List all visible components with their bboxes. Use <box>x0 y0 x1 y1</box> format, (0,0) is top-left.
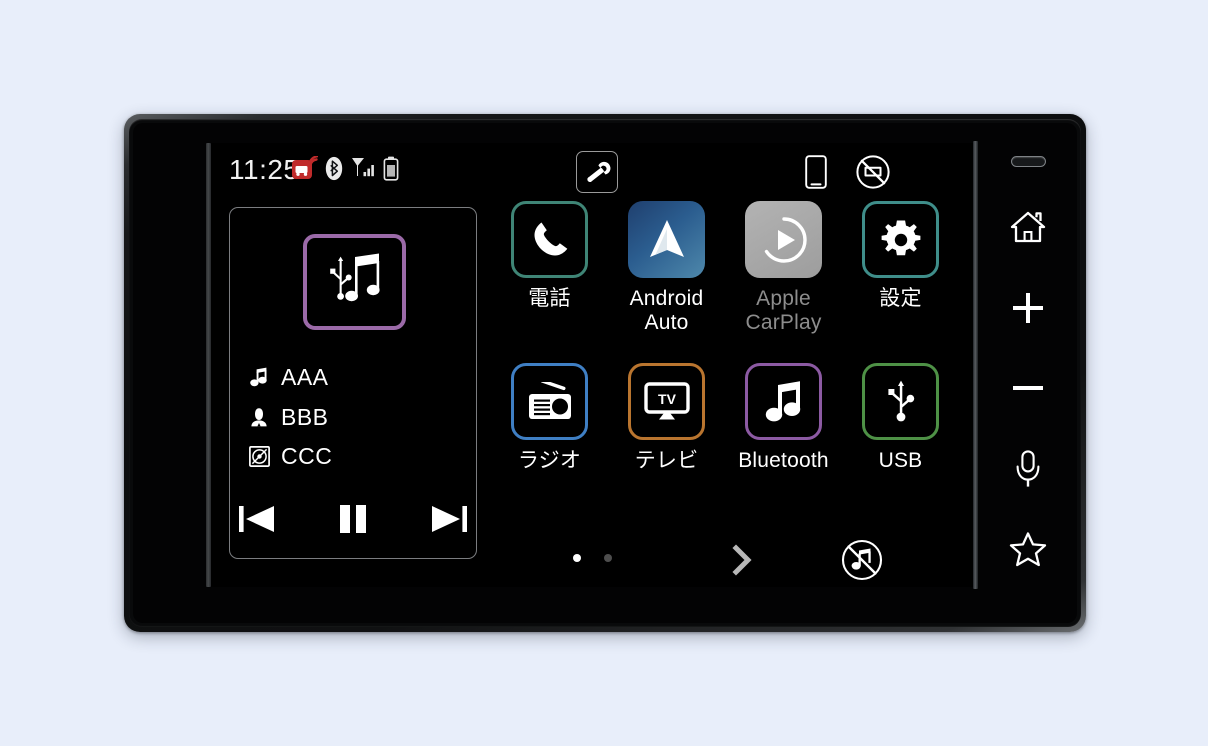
app-tile[interactable]: TV <box>628 363 705 440</box>
chevron-right-icon <box>732 544 752 576</box>
android-auto-icon <box>649 219 684 257</box>
volume-up-button[interactable] <box>1000 284 1056 332</box>
favorite-button[interactable] <box>1000 525 1056 573</box>
tools-button[interactable] <box>576 151 618 193</box>
device-bezel: 11:25 AAA BBB CCC 電話 Android Auto Apple … <box>129 119 1081 627</box>
app-tile[interactable] <box>511 363 588 440</box>
smartphone-icon[interactable] <box>805 155 827 189</box>
previous-track-button[interactable] <box>236 502 278 536</box>
hardware-button-column <box>978 123 1077 623</box>
page-dot[interactable] <box>604 554 612 562</box>
app-row: ラジオ TV テレビ Bluetooth USB <box>491 363 961 513</box>
carplay-icon <box>764 216 807 263</box>
app-label: ラジオ <box>517 449 582 472</box>
app-android-auto[interactable]: Android Auto <box>608 201 725 351</box>
microphone-icon <box>1016 450 1040 487</box>
app-radio[interactable]: ラジオ <box>491 363 608 513</box>
radio-icon <box>528 381 571 419</box>
app-tile[interactable] <box>628 201 705 278</box>
app-tile[interactable] <box>745 363 822 440</box>
app-apple-carplay: Apple CarPlay <box>725 201 842 351</box>
app-label: 電話 <box>528 287 571 310</box>
volume-down-button[interactable] <box>1000 364 1056 412</box>
app-settings[interactable]: 設定 <box>842 201 959 351</box>
wrench-icon <box>587 161 611 182</box>
page-indicator <box>573 554 612 562</box>
next-track-button[interactable] <box>428 502 470 536</box>
app-tile[interactable] <box>511 201 588 278</box>
app-tv[interactable]: TV テレビ <box>608 363 725 513</box>
app-tile <box>745 201 822 278</box>
signal-strength-icon <box>351 157 377 181</box>
bluetooth-icon <box>325 156 343 181</box>
app-phone[interactable]: 電話 <box>491 201 608 351</box>
app-label: テレビ <box>634 449 699 472</box>
app-row: 電話 Android Auto Apple CarPlay 設定 <box>491 201 961 351</box>
usb-icon <box>887 380 914 421</box>
app-label: Android Auto <box>629 287 704 334</box>
artist-icon <box>248 406 270 428</box>
plus-icon <box>1013 293 1043 323</box>
app-bluetooth[interactable]: Bluetooth <box>725 363 842 513</box>
album-disc-icon <box>248 445 270 467</box>
track-artist: BBB <box>281 403 329 430</box>
audio-off-button[interactable] <box>841 539 883 581</box>
usb-music-icon <box>303 234 406 330</box>
audio-off-icon <box>841 539 883 581</box>
voice-button[interactable] <box>1000 445 1056 493</box>
home-button[interactable] <box>1000 203 1056 251</box>
app-tile[interactable] <box>862 363 939 440</box>
bottom-bar <box>491 535 961 587</box>
app-label: USB <box>878 449 923 472</box>
head-unit-device: 11:25 AAA BBB CCC 電話 Android Auto Apple … <box>124 114 1086 632</box>
track-album: CCC <box>281 442 333 469</box>
track-title-row: AAA <box>248 362 329 392</box>
music-note-icon <box>765 380 800 421</box>
gear-icon <box>881 220 920 255</box>
battery-icon <box>383 156 399 181</box>
track-artist-row: BBB <box>248 402 329 432</box>
next-page-button[interactable] <box>725 543 759 577</box>
star-icon <box>1009 532 1047 567</box>
app-label: Bluetooth <box>738 449 829 472</box>
now-playing-panel[interactable]: AAA BBB CCC <box>229 207 477 559</box>
tv-icon: TV <box>643 381 690 419</box>
app-tile[interactable] <box>862 201 939 278</box>
app-label: 設定 <box>879 287 922 310</box>
pause-button[interactable] <box>332 502 374 536</box>
svg-text:TV: TV <box>658 391 677 407</box>
status-bar: 11:25 <box>211 143 973 203</box>
app-grid: 電話 Android Auto Apple CarPlay 設定 ラジオ TV … <box>491 201 961 531</box>
sensor-window <box>1011 156 1046 167</box>
app-label: Apple CarPlay <box>745 287 822 334</box>
track-album-row: CCC <box>248 441 332 471</box>
no-device-icon[interactable] <box>856 155 890 189</box>
home-icon <box>1010 211 1046 242</box>
track-title: AAA <box>281 363 329 390</box>
phone-handset-icon <box>534 222 567 255</box>
page-dot-active[interactable] <box>573 554 581 562</box>
app-usb[interactable]: USB <box>842 363 959 513</box>
device-glass: 11:25 AAA BBB CCC 電話 Android Auto Apple … <box>133 123 1077 623</box>
transport-controls <box>230 496 476 542</box>
minus-icon <box>1013 386 1043 390</box>
music-note-icon <box>248 366 270 388</box>
vics-traffic-icon <box>292 155 319 182</box>
touch-screen[interactable]: 11:25 AAA BBB CCC 電話 Android Auto Apple … <box>211 143 973 587</box>
clock: 11:25 <box>229 154 300 185</box>
